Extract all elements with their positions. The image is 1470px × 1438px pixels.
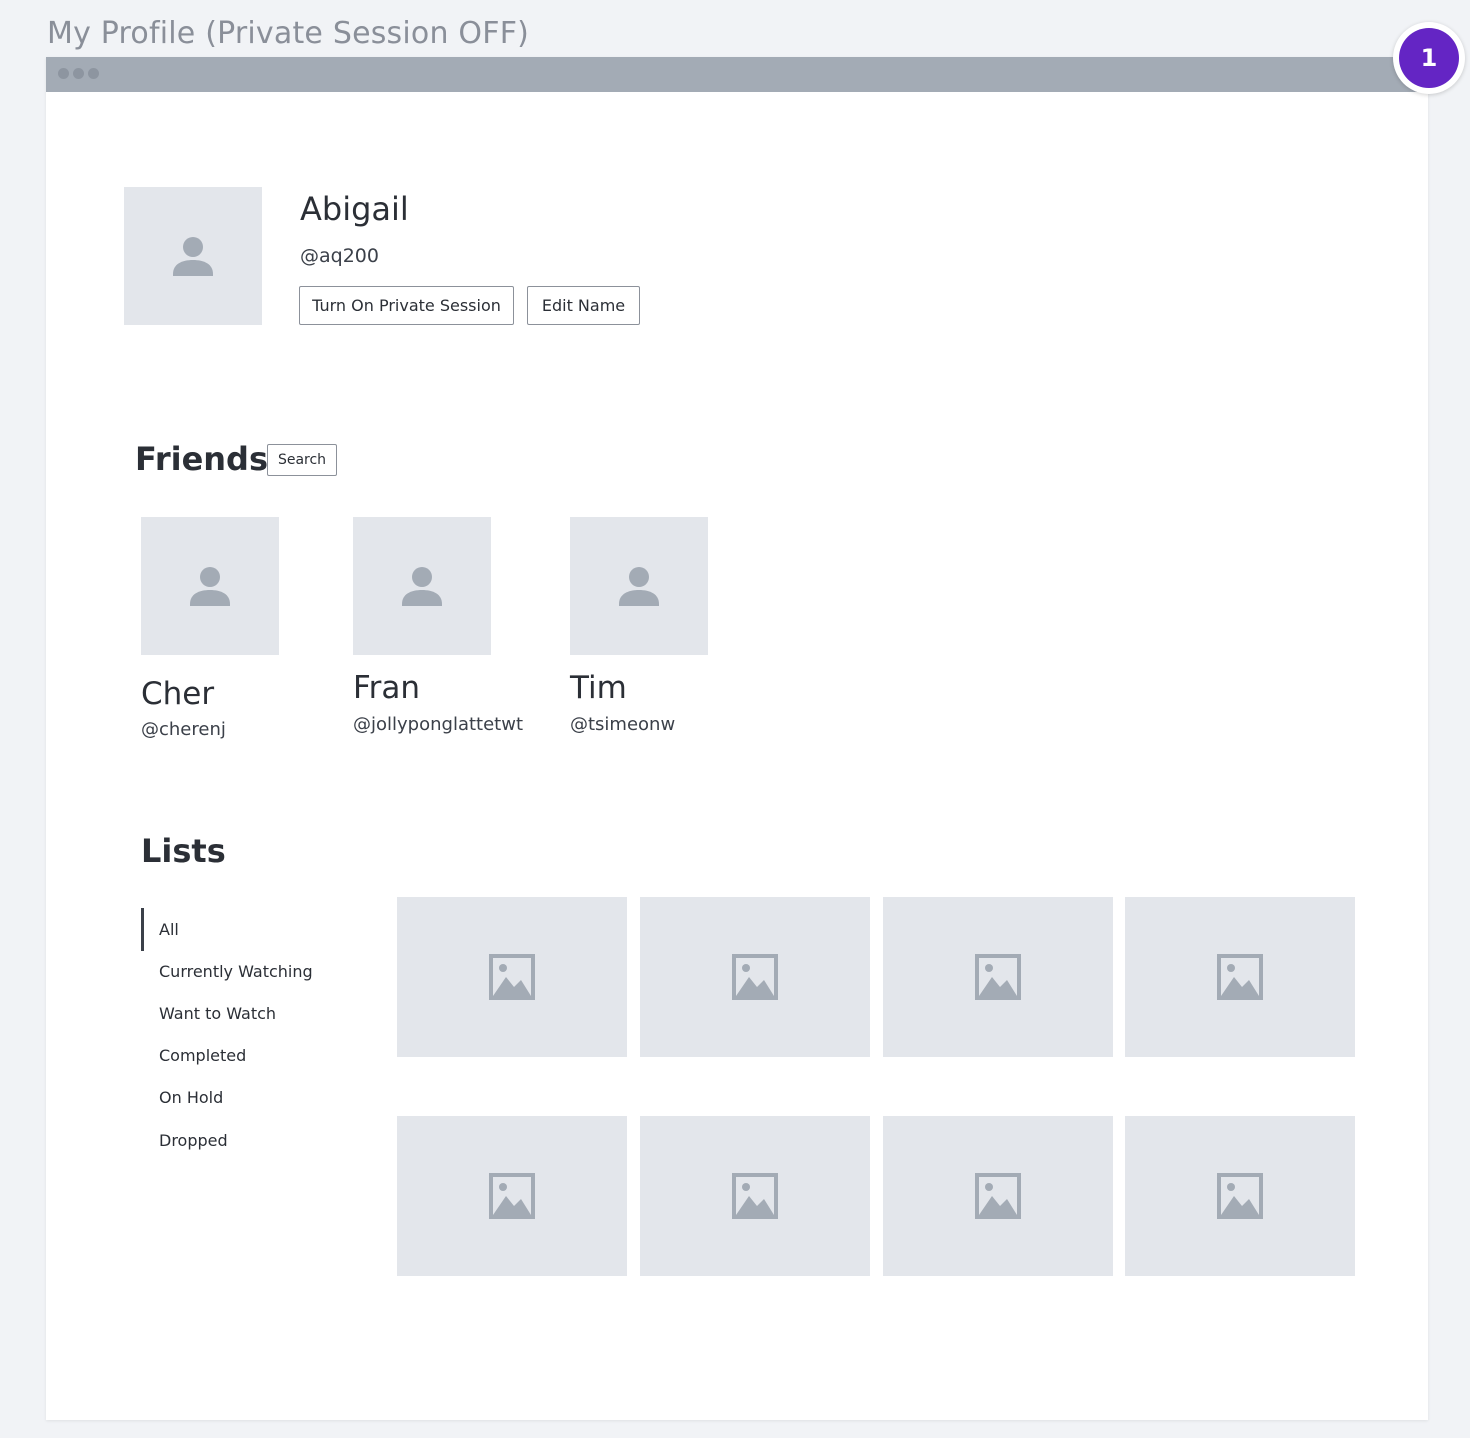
friend-handle: @jollyponglattetwt xyxy=(353,714,523,735)
lists-title: Lists xyxy=(141,832,226,870)
image-icon xyxy=(1217,954,1263,1000)
profile-handle: @aq200 xyxy=(300,245,379,267)
step-badge-number: 1 xyxy=(1399,28,1459,88)
friend-avatar[interactable] xyxy=(353,517,491,655)
list-tile[interactable] xyxy=(397,1116,627,1276)
image-icon xyxy=(975,954,1021,1000)
private-session-button[interactable]: Turn On Private Session xyxy=(299,286,514,325)
friends-title: Friends xyxy=(135,440,268,478)
list-tile[interactable] xyxy=(1125,897,1355,1057)
friends-search-button[interactable]: Search xyxy=(267,444,337,476)
list-tile[interactable] xyxy=(640,1116,870,1276)
list-category-dropped[interactable]: Dropped xyxy=(159,1131,228,1150)
image-icon xyxy=(489,1173,535,1219)
window-dot[interactable] xyxy=(73,68,84,79)
friend-handle: @cherenj xyxy=(141,719,226,740)
person-icon xyxy=(173,237,213,276)
friend-handle: @tsimeonw xyxy=(570,714,676,735)
list-category-on-hold[interactable]: On Hold xyxy=(159,1088,223,1107)
list-tile[interactable] xyxy=(640,897,870,1057)
friend-name[interactable]: Cher xyxy=(141,676,214,712)
profile-avatar xyxy=(124,187,262,325)
list-category-currently-watching[interactable]: Currently Watching xyxy=(159,962,313,981)
list-tile[interactable] xyxy=(1125,1116,1355,1276)
list-category-want-to-watch[interactable]: Want to Watch xyxy=(159,1004,276,1023)
friend-avatar[interactable] xyxy=(570,517,708,655)
window-title-bar xyxy=(46,57,1428,92)
list-tile[interactable] xyxy=(397,897,627,1057)
person-icon xyxy=(190,567,230,606)
window-dot[interactable] xyxy=(58,68,69,79)
image-icon xyxy=(489,954,535,1000)
friend-avatar[interactable] xyxy=(141,517,279,655)
step-badge: 1 xyxy=(1393,22,1465,94)
image-icon xyxy=(732,1173,778,1219)
image-icon xyxy=(1217,1173,1263,1219)
active-indicator xyxy=(141,908,144,951)
image-icon xyxy=(975,1173,1021,1219)
person-icon xyxy=(619,567,659,606)
friend-name[interactable]: Tim xyxy=(570,670,627,706)
list-tile[interactable] xyxy=(883,1116,1113,1276)
list-category-all[interactable]: All xyxy=(159,920,179,939)
window-dot[interactable] xyxy=(88,68,99,79)
profile-name: Abigail xyxy=(300,190,409,228)
page-title: My Profile (Private Session OFF) xyxy=(47,16,530,51)
friend-name[interactable]: Fran xyxy=(353,670,420,706)
image-icon xyxy=(732,954,778,1000)
edit-name-button[interactable]: Edit Name xyxy=(527,286,640,325)
list-tile[interactable] xyxy=(883,897,1113,1057)
list-category-completed[interactable]: Completed xyxy=(159,1046,246,1065)
window-controls[interactable] xyxy=(58,68,99,79)
person-icon xyxy=(402,567,442,606)
